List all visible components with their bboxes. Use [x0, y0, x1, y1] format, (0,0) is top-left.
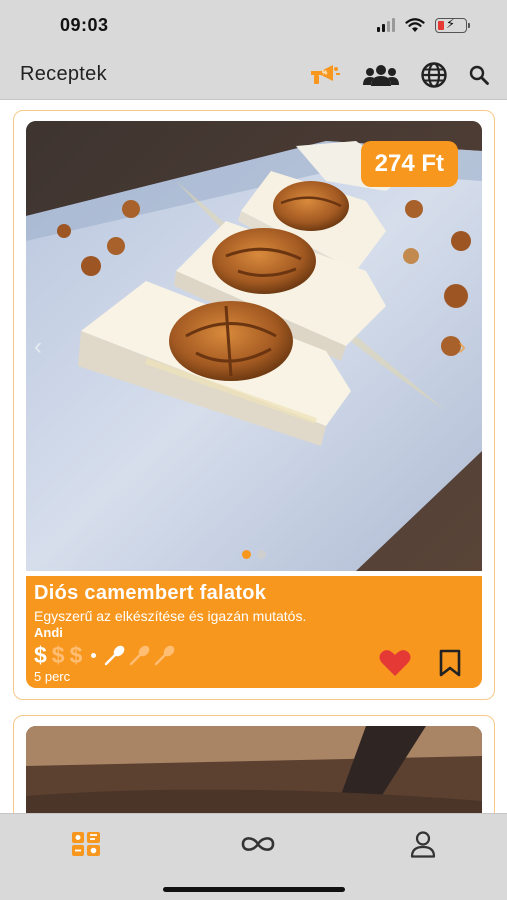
- globe-icon: [421, 61, 447, 88]
- tab-discover[interactable]: [233, 824, 283, 864]
- whisk-icon: [105, 645, 125, 666]
- recipe-feed[interactable]: 274 Ft ‹ › Diós camembert falatok Egysze…: [0, 100, 507, 813]
- carousel-dots: [26, 550, 482, 559]
- price-badge: 274 Ft: [360, 141, 458, 187]
- wifi-icon: [405, 17, 425, 32]
- whisk-icon: [155, 645, 175, 666]
- recipe-photo-image: [26, 121, 482, 571]
- community-button[interactable]: [363, 63, 399, 87]
- recipe-description: Egyszerű az elkészítése és igazán mutató…: [34, 608, 307, 624]
- whisk-icon: [130, 645, 150, 666]
- svg-text:%: %: [322, 70, 328, 76]
- promo-button[interactable]: %: [307, 61, 341, 89]
- status-bar: 09:03 ⚡: [0, 0, 507, 50]
- cost-rating: $ $ $: [34, 642, 87, 669]
- page-title: Receptek: [20, 63, 107, 85]
- cellular-signal-icon: [377, 18, 395, 32]
- profile-icon: [410, 831, 436, 858]
- recipe-title: Diós camembert falatok: [34, 582, 267, 604]
- battery-icon: ⚡: [435, 16, 470, 33]
- recipe-photo-image: [26, 726, 482, 813]
- heart-icon[interactable]: [378, 648, 412, 678]
- carousel-dot[interactable]: [257, 550, 266, 559]
- carousel-dot[interactable]: [242, 550, 251, 559]
- tab-bar: [0, 813, 507, 900]
- status-icons: ⚡: [377, 16, 470, 33]
- search-button[interactable]: [469, 65, 489, 85]
- recipe-author: Andi: [34, 625, 63, 640]
- recipe-card[interactable]: [13, 715, 495, 813]
- status-time: 09:03: [60, 14, 109, 35]
- cost-symbol: $: [34, 641, 47, 668]
- community-icon: [363, 64, 399, 86]
- cost-symbol: $: [51, 641, 65, 668]
- recipe-photo[interactable]: [26, 726, 482, 813]
- language-button[interactable]: [421, 61, 447, 88]
- promo-megaphone-icon: %: [311, 64, 340, 84]
- carousel-prev-button[interactable]: ‹: [34, 333, 42, 361]
- carousel-next-button[interactable]: ›: [458, 333, 466, 361]
- card-actions: [378, 648, 462, 678]
- bookmark-icon[interactable]: [438, 649, 462, 677]
- recipe-info[interactable]: Diós camembert falatok Egyszerű az elkés…: [26, 576, 482, 688]
- app-header: Receptek %: [0, 50, 507, 100]
- infinity-icon: [241, 837, 275, 851]
- tab-profile[interactable]: [398, 824, 448, 864]
- recipe-card[interactable]: 274 Ft ‹ › Diós camembert falatok Egysze…: [13, 110, 495, 700]
- difficulty-rating: [104, 644, 176, 666]
- search-icon: [469, 65, 489, 85]
- meta-separator: [91, 652, 97, 658]
- home-indicator: [163, 887, 345, 892]
- tab-recipes[interactable]: [61, 824, 111, 864]
- header-actions: %: [307, 61, 489, 89]
- cost-symbol: $: [69, 641, 83, 668]
- recipe-photo[interactable]: 274 Ft ‹ ›: [26, 121, 482, 571]
- recipes-tab-icon: [72, 832, 100, 856]
